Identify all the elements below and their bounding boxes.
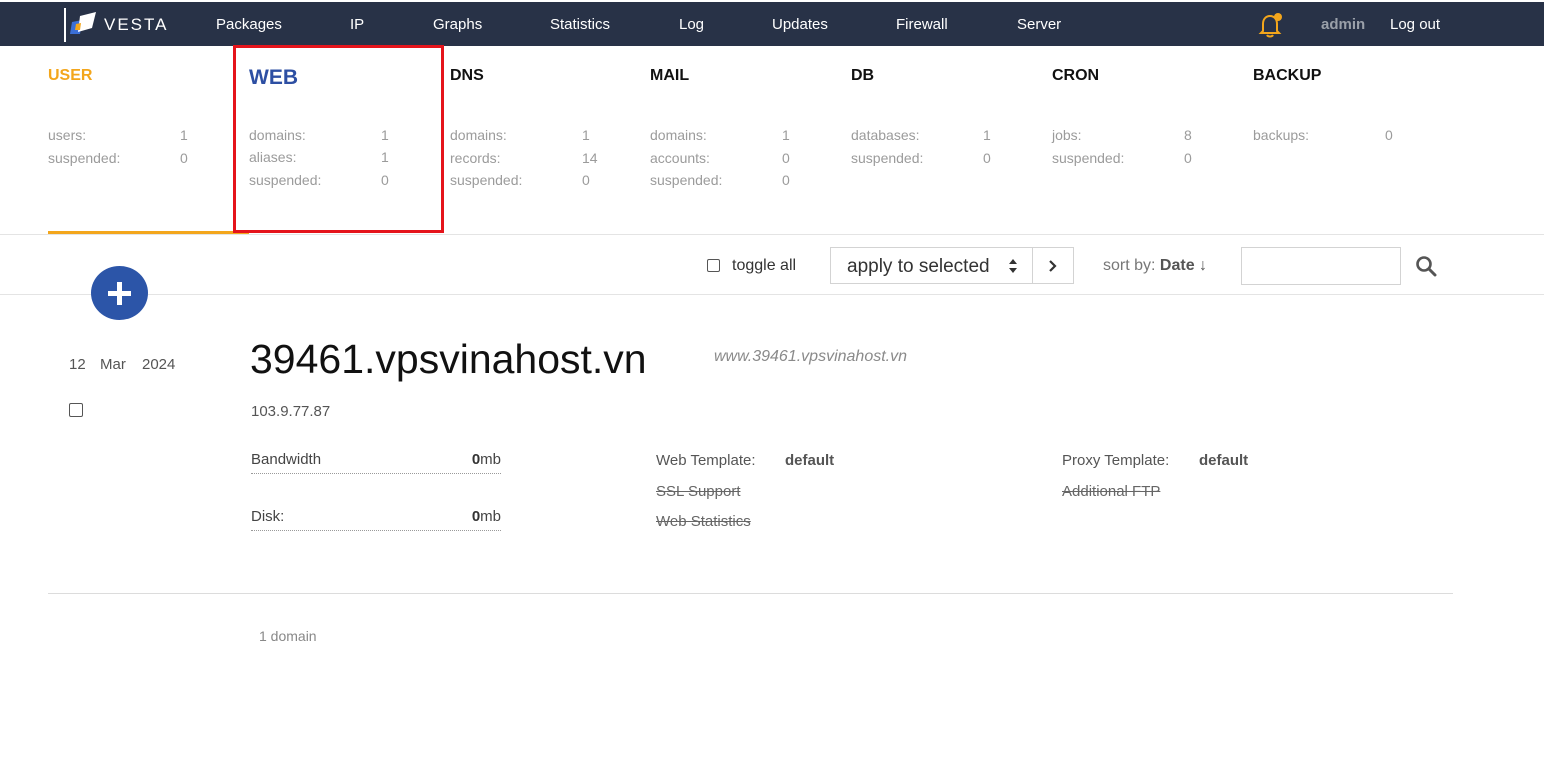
- ssl-support-status: SSL Support: [656, 483, 741, 500]
- stat-value: 1: [782, 127, 790, 143]
- logo-divider: [64, 8, 66, 42]
- sort-by-value: Date ↓: [1159, 257, 1208, 274]
- stat-label: suspended:: [650, 172, 723, 188]
- bandwidth-value: 0: [471, 451, 481, 468]
- nav-updates[interactable]: Updates: [772, 16, 828, 33]
- chevron-right-icon: [1049, 260, 1057, 272]
- stat-value: 1: [983, 127, 991, 143]
- stat-label: databases:: [851, 127, 920, 143]
- add-web-domain-button[interactable]: [91, 266, 148, 320]
- top-navbar: VESTA Packages IP Graphs Statistics Log …: [0, 2, 1544, 46]
- stat-label: jobs:: [1052, 127, 1082, 143]
- nav-log[interactable]: Log: [679, 16, 704, 33]
- stat-value: 14: [582, 150, 598, 166]
- toggle-all-label[interactable]: toggle all: [732, 257, 796, 275]
- web-statistics-status: Web Statistics: [656, 513, 751, 530]
- stat-value: 8: [1184, 127, 1192, 143]
- web-template-label: Web Template:: [656, 452, 756, 469]
- tab-dns-title: DNS: [450, 67, 484, 84]
- stat-label: records:: [450, 150, 501, 166]
- date-month: Mar: [100, 356, 126, 373]
- web-tab-highlight: [233, 45, 444, 233]
- stat-value: 0: [1184, 150, 1192, 166]
- stat-value: 0: [782, 150, 790, 166]
- divider: [48, 593, 1453, 594]
- tab-user-title: USER: [48, 67, 93, 84]
- stat-value: 0: [782, 172, 790, 188]
- tab-backup-title: BACKUP: [1253, 67, 1322, 84]
- date-day: 12: [69, 356, 86, 373]
- domain-count: 1 domain: [259, 628, 317, 644]
- user-link[interactable]: admin: [1321, 16, 1365, 33]
- disk-unit: mb: [480, 508, 501, 525]
- nav-packages[interactable]: Packages: [216, 16, 282, 33]
- apply-go-button[interactable]: [1032, 247, 1074, 284]
- nav-ip[interactable]: IP: [350, 16, 364, 33]
- search-input[interactable]: [1241, 247, 1401, 285]
- bandwidth-label: Bandwidth: [251, 451, 322, 468]
- divider: [0, 294, 1544, 295]
- sort-arrows-icon: [1009, 259, 1017, 273]
- apply-select-value: apply to selected: [847, 256, 990, 277]
- stat-value: 1: [582, 127, 590, 143]
- toggle-all-checkbox[interactable]: [707, 259, 720, 272]
- stat-value: 0: [180, 150, 188, 166]
- nav-graphs[interactable]: Graphs: [433, 16, 482, 33]
- tab-mail-title: MAIL: [650, 67, 690, 84]
- stat-label: users:: [48, 127, 87, 143]
- disk-label: Disk:: [251, 508, 285, 525]
- stat-label: suspended:: [48, 150, 121, 166]
- stat-label: domains:: [650, 127, 707, 143]
- sort-by-label: sort by:: [1103, 257, 1156, 274]
- tab-cron-title: CRON: [1052, 67, 1100, 84]
- stat-value: 0: [582, 172, 590, 188]
- apply-to-selected-select[interactable]: apply to selected: [830, 247, 1033, 284]
- nav-server[interactable]: Server: [1017, 16, 1061, 33]
- divider: [0, 234, 1544, 235]
- domain-row-checkbox[interactable]: [69, 403, 83, 417]
- sort-by-control[interactable]: sort by: Date ↓: [1103, 257, 1207, 275]
- plus-icon: [108, 282, 131, 305]
- stat-value: 1: [180, 127, 188, 143]
- disk-value: 0: [471, 508, 481, 525]
- domain-alias: www.39461.vpsvinahost.vn: [714, 348, 907, 365]
- logout-link[interactable]: Log out: [1390, 16, 1440, 33]
- stat-label: backups:: [1253, 127, 1310, 143]
- stat-value: 0: [983, 150, 991, 166]
- disk-meter: Disk: 0mb: [251, 508, 501, 531]
- domain-ip: 103.9.77.87: [251, 403, 331, 420]
- stat-label: suspended:: [1052, 150, 1125, 166]
- nav-firewall[interactable]: Firewall: [896, 16, 948, 33]
- tab-db-title: DB: [851, 67, 875, 84]
- stat-label: suspended:: [851, 150, 924, 166]
- brand-name[interactable]: VESTA: [104, 15, 168, 35]
- additional-ftp-status: Additional FTP: [1062, 483, 1161, 500]
- stat-label: suspended:: [450, 172, 523, 188]
- domain-name-link[interactable]: 39461.vpsvinahost.vn: [250, 336, 647, 383]
- stat-value: 0: [1385, 127, 1393, 143]
- notification-bell-icon[interactable]: [1258, 11, 1284, 39]
- nav-statistics[interactable]: Statistics: [550, 16, 610, 33]
- bandwidth-meter: Bandwidth 0mb: [251, 451, 501, 474]
- proxy-template-label: Proxy Template:: [1062, 452, 1170, 469]
- search-icon[interactable]: [1415, 255, 1437, 277]
- bandwidth-unit: mb: [480, 451, 501, 468]
- web-template-value: default: [785, 452, 835, 469]
- date-year: 2024: [142, 356, 176, 373]
- proxy-template-value: default: [1199, 452, 1249, 469]
- stat-label: accounts:: [650, 150, 710, 166]
- vesta-logo-icon[interactable]: [70, 12, 98, 36]
- stat-label: domains:: [450, 127, 507, 143]
